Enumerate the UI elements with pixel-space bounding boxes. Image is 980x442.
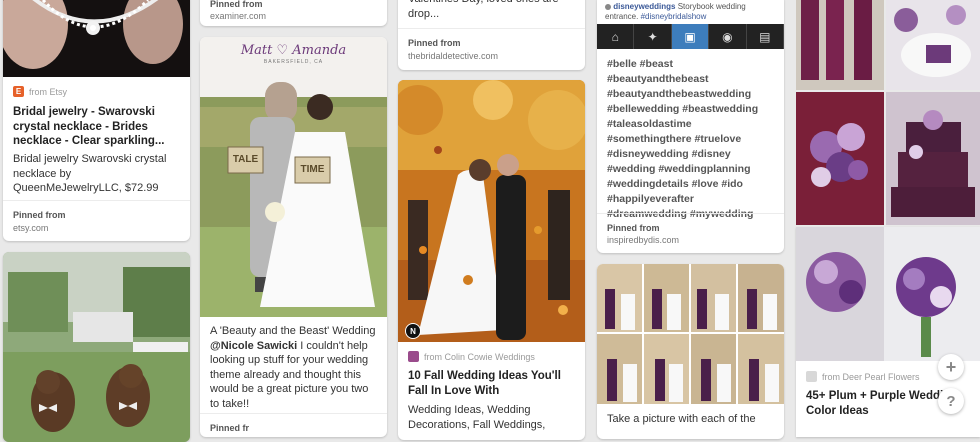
pin-image-purple-bouquet[interactable] (796, 92, 884, 225)
plum-bouquets-photo (796, 227, 980, 361)
pin-card-fall-wedding[interactable]: N from Colin Cowie Weddings 10 Fall Wedd… (398, 80, 585, 440)
instagram-hashtag-link[interactable]: #disneybridalshow (641, 12, 707, 21)
pin-source[interactable]: E from Etsy (13, 86, 67, 97)
pin-image-plum-bouquets[interactable] (796, 227, 980, 361)
pin-image-dogs[interactable] (3, 252, 190, 442)
source-label: from Deer Pearl Flowers (822, 371, 920, 382)
home-icon[interactable]: ⌂ (597, 24, 635, 49)
necklace-photo (3, 0, 190, 77)
pin-image-necklace[interactable] (3, 0, 190, 77)
pin-description: Wedding Ideas, Wedding Decorations, Fall… (408, 404, 546, 431)
colin-cowie-icon (408, 351, 419, 362)
plum-bridesmaids-photo (796, 0, 884, 90)
couple-photo (200, 37, 387, 317)
pin-card-beauty-beast-couple[interactable]: Matt ♡ Amanda BAKERSFIELD, CA TALE TIME … (200, 37, 387, 437)
pin-card-disney-wedding[interactable]: disneyweddings Storybook wedding entranc… (597, 0, 784, 253)
sign-right-text: TIME (300, 164, 325, 175)
logo-badge-icon: N (405, 323, 421, 339)
deer-pearl-icon (806, 371, 817, 382)
pin-image-couple[interactable]: Matt ♡ Amanda BAKERSFIELD, CA TALE TIME (200, 37, 387, 317)
pin-title[interactable]: Bridal jewelry - Swarovski crystal neckl… (13, 105, 180, 149)
fall-wedding-photo (398, 80, 585, 342)
activity-icon[interactable]: ◉ (709, 24, 747, 49)
pinned-from-site[interactable]: thebridaldetective.com (408, 51, 498, 61)
add-pin-button[interactable]: + (938, 354, 964, 380)
user-mention-link[interactable]: @Nicole Sawicki (210, 340, 297, 352)
pinned-from-site[interactable]: inspiredbydis.com (607, 235, 679, 245)
pin-image-bridesmaids-plum[interactable] (796, 0, 884, 90)
table-setting-photo (886, 0, 980, 90)
purple-cake-photo (886, 92, 980, 225)
photo-overlay-subtitle: BAKERSFIELD, CA (263, 59, 324, 65)
photo-overlay-heading: Matt ♡ Amanda (240, 43, 347, 58)
pin-image-fall-wedding[interactable]: N (398, 80, 585, 342)
pin-card-bridal-detective[interactable]: Valentines Day, loved ones are drop... P… (398, 0, 585, 70)
purple-bouquet-photo (796, 92, 884, 225)
divider (3, 200, 190, 201)
instagram-caption: disneyweddings Storybook wedding entranc… (605, 2, 776, 22)
pin-card-necklace[interactable]: E from Etsy Bridal jewelry - Swarovski c… (3, 0, 190, 241)
help-button[interactable]: ? (938, 388, 964, 414)
instagram-nav-bar: ⌂ ✦ ▣ ◉ ▤ (597, 24, 784, 49)
description-text: A 'Beauty and the Beast' Wedding (210, 325, 376, 337)
explore-icon[interactable]: ✦ (634, 24, 672, 49)
pin-description: Take a picture with each of the (607, 413, 756, 425)
pinned-from-site[interactable]: etsy.com (13, 223, 48, 233)
pinned-from-site[interactable]: examiner.com (210, 11, 266, 21)
pin-card-examiner[interactable]: Pinned from examiner.com (200, 0, 387, 26)
instagram-avatar-icon (605, 3, 611, 10)
divider (200, 413, 387, 414)
source-label: from Etsy (29, 86, 68, 97)
pinned-from-label: Pinned from (408, 38, 461, 48)
pin-title[interactable]: 10 Fall Wedding Ideas You'll Fall In Lov… (408, 369, 575, 398)
pin-description: A 'Beauty and the Beast' Wedding @Nicole… (210, 324, 377, 411)
pin-card-dogs[interactable] (3, 252, 190, 442)
pin-hashtags: #belle #beast #beautyandthebeast #beauty… (607, 58, 759, 220)
pin-image-bridesmaids[interactable] (597, 264, 784, 404)
profile-icon[interactable]: ▤ (747, 24, 784, 49)
divider (597, 213, 784, 214)
sign-left-text: TALE (232, 154, 259, 165)
etsy-icon: E (13, 86, 24, 97)
pin-source[interactable]: from Deer Pearl Flowers (806, 371, 920, 382)
pin-description: Bridal jewelry Swarovski crystal necklac… (13, 153, 167, 194)
pin-image-table-setting[interactable] (886, 0, 980, 90)
instagram-username[interactable]: disneyweddings (613, 2, 675, 11)
pin-card-bridesmaids[interactable]: Take a picture with each of the (597, 264, 784, 439)
pin-image-purple-cake[interactable] (886, 92, 980, 225)
pin-description: Valentines Day, loved ones are drop... (408, 0, 559, 20)
plus-icon: + (945, 356, 957, 377)
divider (398, 28, 585, 29)
dogs-photo (3, 252, 190, 442)
bridesmaids-collage (597, 264, 784, 404)
pinned-from-label: Pinned from (13, 210, 66, 220)
pin-source[interactable]: from Colin Cowie Weddings (408, 351, 535, 362)
source-label: from Colin Cowie Weddings (424, 351, 535, 362)
camera-icon[interactable]: ▣ (671, 24, 710, 49)
pinned-from-label: Pinned from (210, 0, 263, 9)
help-icon: ? (946, 392, 956, 410)
pinned-from-label: Pinned from (607, 223, 660, 233)
